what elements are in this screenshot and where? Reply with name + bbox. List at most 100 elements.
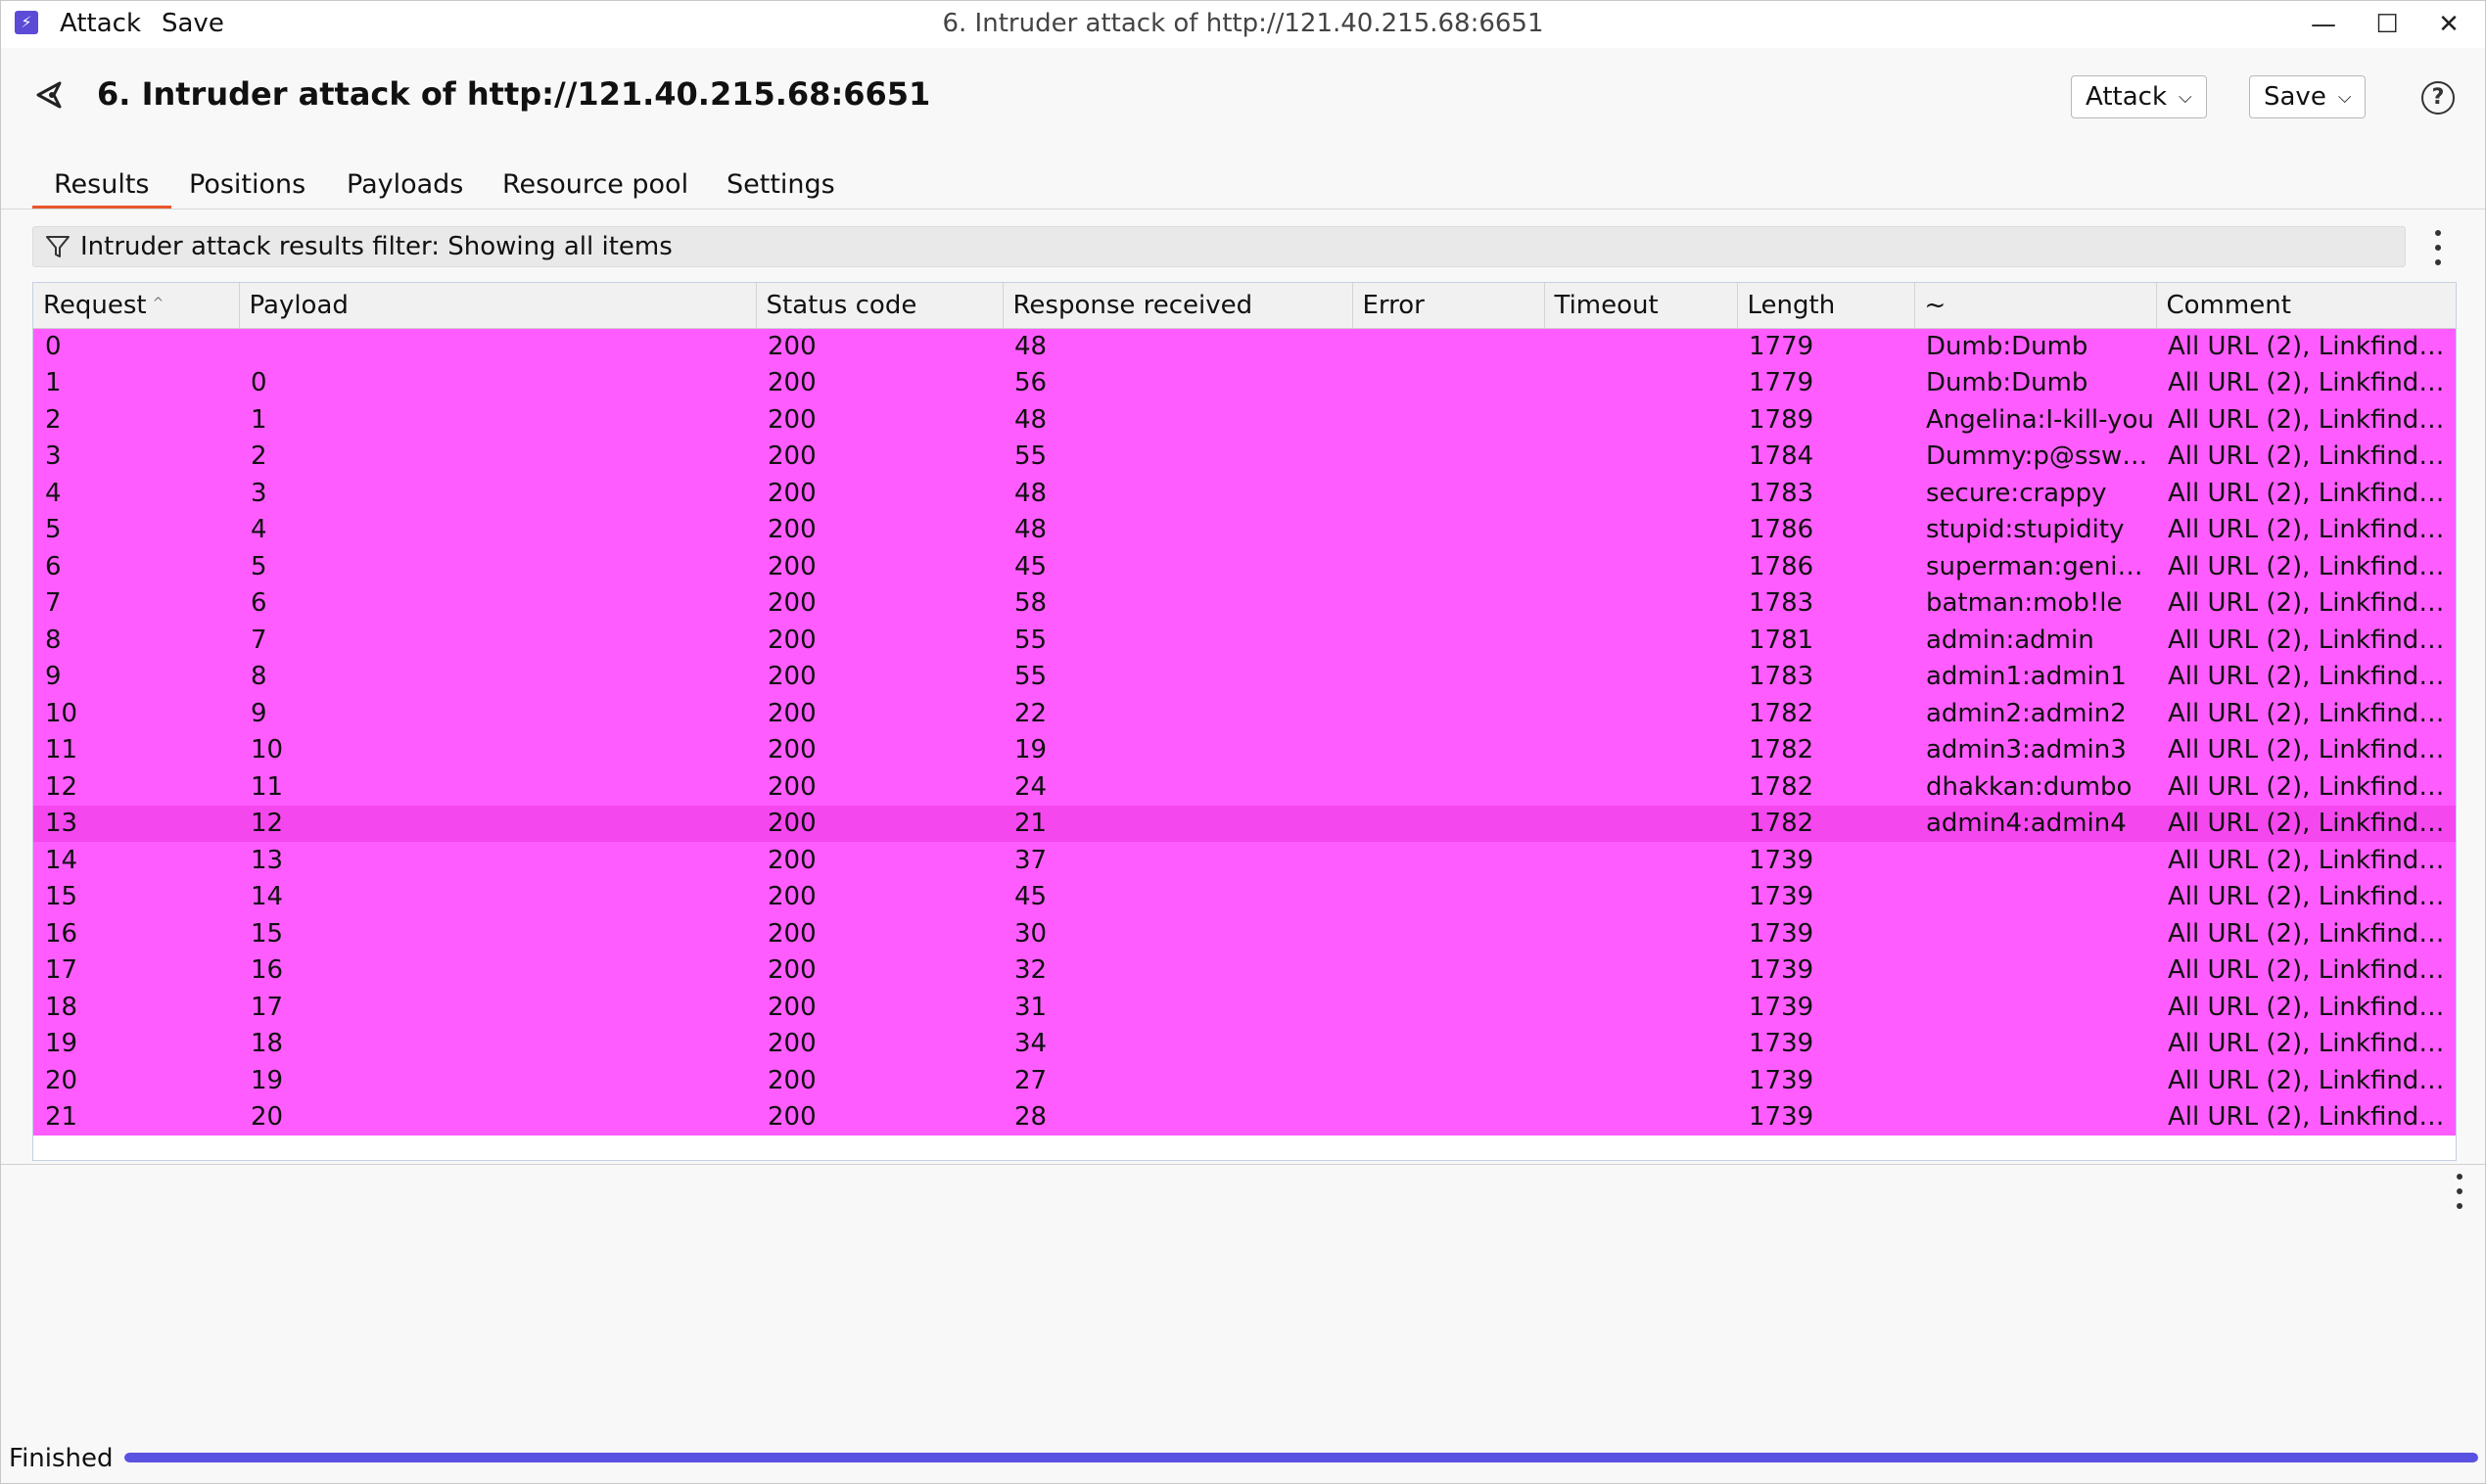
table-row[interactable]: 5 4 200 48 1786 stupid:stupidity All URL (2), … (33, 511, 2456, 548)
cell-timeout (1544, 768, 1737, 806)
pane-splitter[interactable] (1, 1164, 2485, 1165)
table-row[interactable]: 0 200 48 1779 Dumb:Dumb All URL (2), Linkfind… (33, 328, 2456, 365)
cell-error (1352, 805, 1544, 842)
table-row[interactable]: 21 20 200 28 1739 All URL (2), Linkfinder ... (33, 1098, 2456, 1136)
cell-response-received: 32 (1003, 951, 1352, 989)
table-row[interactable]: 4 3 200 48 1783 secure:crappy All URL (2), Lin… (33, 475, 2456, 512)
detail-pane-kebab-icon[interactable] (2455, 1174, 2464, 1209)
cell-length: 1786 (1737, 511, 1914, 548)
column-header-length[interactable]: Length (1737, 283, 1915, 329)
table-row[interactable]: 11 10 200 19 1782 admin3:admin3 All URL (2), L… (33, 731, 2456, 768)
tab-resource-pool[interactable]: Resource pool (502, 165, 688, 209)
cell-response-received: 22 (1003, 695, 1352, 732)
table-row[interactable]: 8 7 200 55 1781 admin:admin All URL (2), Linkf… (33, 622, 2456, 659)
cell-response-received: 58 (1003, 584, 1352, 622)
results-table[interactable]: Request ^ Payload Status code Response re… (32, 282, 2457, 1161)
cell-request: 6 (33, 548, 239, 585)
cell-timeout (1544, 878, 1737, 915)
cell-tilde (1914, 1062, 2156, 1099)
cell-comment: All URL (2), Linkfinder ... (2156, 401, 2456, 439)
cell-status-code: 200 (756, 878, 1003, 915)
attack-status: Finished (9, 1444, 114, 1473)
cell-request: 3 (33, 438, 239, 475)
table-row[interactable]: 3 2 200 55 1784 Dummy:p@ssword All URL (2), Li… (33, 438, 2456, 475)
table-row[interactable]: 7 6 200 58 1783 batman:mob!le All URL (2), Lin… (33, 584, 2456, 622)
cell-tilde: dhakkan:dumbo (1914, 768, 2156, 806)
cell-error (1352, 951, 1544, 989)
cell-tilde: Angelina:I-kill-you (1914, 401, 2156, 439)
cell-comment: All URL (2), Linkfinder ... (2156, 989, 2456, 1026)
cell-payload (239, 328, 756, 365)
column-header-tilde[interactable]: ~ (1914, 283, 2157, 329)
filter-options-kebab-icon[interactable] (2433, 230, 2443, 265)
minimize-icon[interactable]: — (2302, 5, 2345, 44)
cell-request: 0 (33, 328, 239, 365)
cell-request: 5 (33, 511, 239, 548)
results-filter-bar[interactable]: Intruder attack results filter: Showing … (32, 226, 2406, 267)
cell-length: 1782 (1737, 731, 1914, 768)
table-row[interactable]: 6 5 200 45 1786 superman:genious All URL (2), … (33, 548, 2456, 585)
cell-payload: 14 (239, 878, 756, 915)
help-icon[interactable]: ? (2421, 81, 2455, 115)
cell-status-code: 200 (756, 438, 1003, 475)
cell-error (1352, 475, 1544, 512)
column-header-comment[interactable]: Comment (2156, 283, 2456, 329)
cell-error (1352, 548, 1544, 585)
cell-error (1352, 731, 1544, 768)
cell-error (1352, 438, 1544, 475)
tab-settings[interactable]: Settings (727, 165, 835, 209)
attack-dropdown-button[interactable]: Attack ⌵ (2071, 75, 2207, 118)
cell-status-code: 200 (756, 915, 1003, 952)
column-header-request[interactable]: Request ^ (33, 283, 240, 329)
table-row[interactable]: 1 0 200 56 1779 Dumb:Dumb All URL (2), Linkfin… (33, 364, 2456, 401)
column-header-error[interactable]: Error (1352, 283, 1545, 329)
table-row[interactable]: 10 9 200 22 1782 admin2:admin2 All URL (2), Li… (33, 695, 2456, 732)
maximize-icon[interactable]: ☐ (2366, 5, 2409, 44)
cell-payload: 1 (239, 401, 756, 439)
table-row[interactable]: 20 19 200 27 1739 All URL (2), Linkfinder ... (33, 1062, 2456, 1099)
cell-response-received: 48 (1003, 511, 1352, 548)
save-dropdown-button[interactable]: Save ⌵ (2249, 75, 2367, 118)
column-header-payload[interactable]: Payload (239, 283, 757, 329)
cell-length: 1783 (1737, 658, 1914, 695)
window-title: 6. Intruder attack of http://121.40.215.… (942, 9, 1544, 38)
cell-tilde: batman:mob!le (1914, 584, 2156, 622)
cell-tilde (1914, 1098, 2156, 1136)
table-row[interactable]: 16 15 200 30 1739 All URL (2), Linkfinder ... (33, 915, 2456, 952)
cell-response-received: 48 (1003, 475, 1352, 512)
tab-positions[interactable]: Positions (189, 165, 305, 209)
cell-response-received: 55 (1003, 438, 1352, 475)
cell-comment: All URL (2), Linkfinder ... (2156, 1062, 2456, 1099)
table-row[interactable]: 12 11 200 24 1782 dhakkan:dumbo All URL (2), L… (33, 768, 2456, 806)
cell-length: 1782 (1737, 805, 1914, 842)
table-row[interactable]: 15 14 200 45 1739 All URL (2), Linkfinder ... (33, 878, 2456, 915)
table-row[interactable]: 19 18 200 34 1739 All URL (2), Linkfinder ... (33, 1025, 2456, 1062)
table-row[interactable]: 18 17 200 31 1739 All URL (2), Linkfinder ... (33, 989, 2456, 1026)
title-bar: ⚡ Attack Save 6. Intruder attack of http… (1, 1, 2485, 48)
tab-results[interactable]: Results (32, 165, 171, 209)
tab-payloads[interactable]: Payloads (347, 165, 463, 209)
cell-timeout (1544, 805, 1737, 842)
cell-length: 1739 (1737, 1025, 1914, 1062)
cell-length: 1739 (1737, 842, 1914, 879)
cell-request: 11 (33, 731, 239, 768)
cell-timeout (1544, 475, 1737, 512)
table-row[interactable]: 14 13 200 37 1739 All URL (2), Linkfinder ... (33, 842, 2456, 879)
cell-error (1352, 842, 1544, 879)
table-row[interactable]: 13 12 200 21 1782 admin4:admin4 All URL (2), L… (33, 805, 2456, 842)
table-row[interactable]: 9 8 200 55 1783 admin1:admin1 All URL (2), Lin… (33, 658, 2456, 695)
column-header-timeout[interactable]: Timeout (1544, 283, 1738, 329)
cell-payload: 20 (239, 1098, 756, 1136)
table-row[interactable]: 2 1 200 48 1789 Angelina:I-kill-you All URL (2… (33, 401, 2456, 439)
cell-status-code: 200 (756, 658, 1003, 695)
column-header-status-code[interactable]: Status code (756, 283, 1004, 329)
cell-timeout (1544, 1098, 1737, 1136)
cell-length: 1786 (1737, 548, 1914, 585)
cell-request: 8 (33, 622, 239, 659)
filter-text: Intruder attack results filter: Showing … (80, 232, 673, 261)
cell-response-received: 34 (1003, 1025, 1352, 1062)
table-row[interactable]: 17 16 200 32 1739 All URL (2), Linkfinder ... (33, 951, 2456, 989)
close-icon[interactable]: ✕ (2427, 5, 2470, 44)
cell-timeout (1544, 951, 1737, 989)
column-header-response-received[interactable]: Response received (1003, 283, 1353, 329)
